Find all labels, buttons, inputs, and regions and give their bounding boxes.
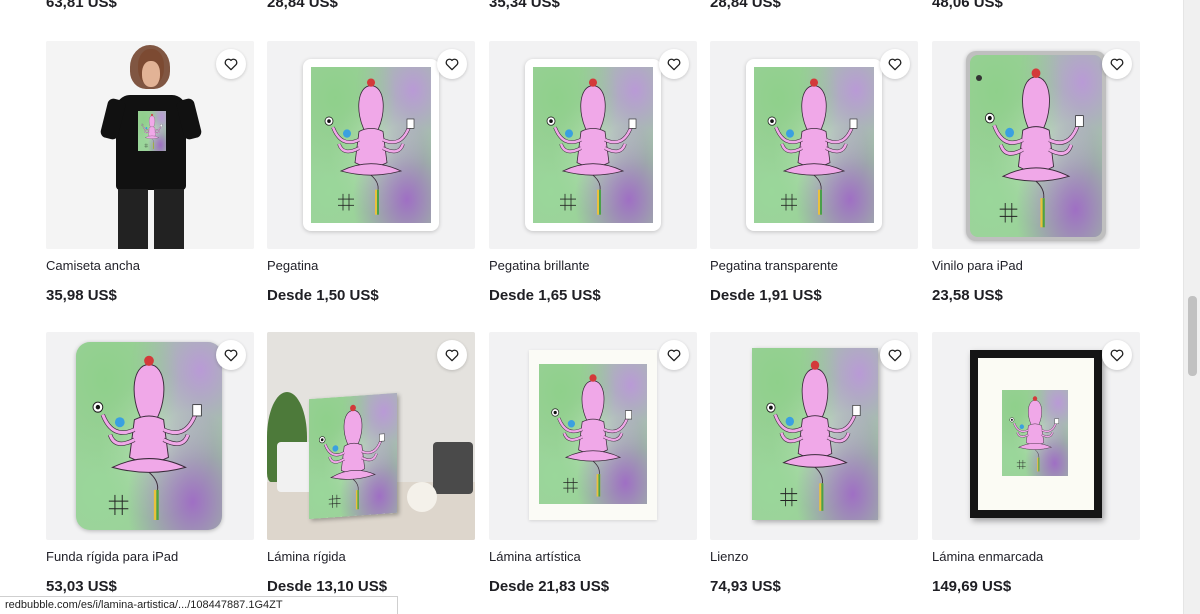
artwork — [752, 348, 878, 520]
product-image[interactable] — [932, 41, 1140, 249]
sticker-mockup — [303, 59, 439, 231]
product-title[interactable]: Funda rígida para iPad — [46, 549, 178, 564]
product-price: 35,34 US$ — [489, 0, 560, 11]
product-title[interactable]: Vinilo para iPad — [932, 258, 1023, 273]
product-card[interactable]: Lámina enmarcada 149,69 US$ — [932, 332, 1140, 595]
product-image[interactable] — [710, 332, 918, 540]
product-image[interactable] — [267, 332, 475, 540]
heart-icon — [223, 56, 239, 72]
artwork — [539, 364, 647, 504]
product-title[interactable]: Camiseta ancha — [46, 258, 140, 273]
product-price: 28,84 US$ — [267, 0, 338, 11]
heart-icon — [1109, 347, 1125, 363]
favorite-button[interactable] — [1102, 49, 1132, 79]
product-card[interactable]: Funda rígida para iPad 53,03 US$ — [46, 332, 254, 595]
product-image[interactable] — [489, 41, 697, 249]
page-scrollbar[interactable] — [1183, 0, 1200, 614]
favorite-button[interactable] — [437, 340, 467, 370]
product-image[interactable] — [932, 332, 1140, 540]
favorite-button[interactable] — [880, 49, 910, 79]
favorite-button[interactable] — [437, 49, 467, 79]
art-print-mockup — [529, 350, 657, 520]
product-price: Desde 21,83 US$ — [489, 578, 610, 595]
product-card[interactable]: Lámina rígida Desde 13,10 US$ — [267, 332, 475, 595]
artwork — [970, 55, 1102, 237]
artwork — [754, 67, 874, 223]
artwork — [76, 342, 222, 530]
product-price: Desde 1,50 US$ — [267, 287, 379, 304]
previous-row-prices: 63,81 US$ 28,84 US$ 35,34 US$ 28,84 US$ … — [46, 0, 1146, 14]
product-title[interactable]: Lienzo — [710, 549, 748, 564]
favorite-button[interactable] — [1102, 340, 1132, 370]
favorite-button[interactable] — [659, 49, 689, 79]
heart-icon — [666, 56, 682, 72]
heart-icon — [444, 347, 460, 363]
product-price: 74,93 US$ — [710, 578, 781, 595]
product-image[interactable] — [46, 332, 254, 540]
scrollbar-thumb[interactable] — [1188, 296, 1197, 376]
product-card[interactable]: Pegatina brillante Desde 1,65 US$ — [489, 41, 697, 304]
sticker-mockup — [525, 59, 661, 231]
product-card[interactable]: Pegatina Desde 1,50 US$ — [267, 41, 475, 304]
ipad-case-mockup — [76, 342, 222, 530]
product-image[interactable] — [46, 41, 254, 249]
canvas-mockup — [752, 348, 878, 520]
product-card[interactable]: Pegatina transparente Desde 1,91 US$ — [710, 41, 918, 304]
heart-icon — [666, 347, 682, 363]
artwork — [533, 67, 653, 223]
product-price: 35,98 US$ — [46, 287, 117, 304]
product-card[interactable]: Lienzo 74,93 US$ — [710, 332, 918, 595]
heart-icon — [444, 56, 460, 72]
product-price: 53,03 US$ — [46, 578, 117, 595]
product-title[interactable]: Lámina enmarcada — [932, 549, 1043, 564]
heart-icon — [1109, 56, 1125, 72]
product-title[interactable]: Lámina rígida — [267, 549, 346, 564]
status-bar-url: redbubble.com/es/i/lamina-artistica/.../… — [0, 596, 398, 614]
product-price: Desde 1,65 US$ — [489, 287, 601, 304]
artwork — [138, 111, 166, 151]
favorite-button[interactable] — [216, 49, 246, 79]
favorite-button[interactable] — [216, 340, 246, 370]
product-price: 23,58 US$ — [932, 287, 1003, 304]
product-price: 149,69 US$ — [932, 578, 1012, 595]
heart-icon — [223, 347, 239, 363]
product-card[interactable]: Camiseta ancha 35,98 US$ — [46, 41, 254, 304]
sticker-mockup — [746, 59, 882, 231]
ipad-skin-mockup — [966, 51, 1106, 241]
favorite-button[interactable] — [659, 340, 689, 370]
product-image[interactable] — [489, 332, 697, 540]
heart-icon — [887, 347, 903, 363]
heart-icon — [887, 56, 903, 72]
product-price: 48,06 US$ — [932, 0, 1003, 11]
product-price: 28,84 US$ — [710, 0, 781, 11]
product-title[interactable]: Pegatina brillante — [489, 258, 589, 273]
artwork — [311, 67, 431, 223]
artwork — [309, 392, 397, 520]
product-card[interactable]: Vinilo para iPad 23,58 US$ — [932, 41, 1140, 304]
artwork — [1002, 390, 1068, 476]
product-image[interactable] — [267, 41, 475, 249]
favorite-button[interactable] — [880, 340, 910, 370]
product-image[interactable] — [710, 41, 918, 249]
product-card[interactable]: Lámina artística Desde 21,83 US$ — [489, 332, 697, 595]
product-price: 63,81 US$ — [46, 0, 117, 11]
product-title[interactable]: Lámina artística — [489, 549, 581, 564]
framed-print-mockup — [970, 350, 1102, 518]
product-price: Desde 1,91 US$ — [710, 287, 822, 304]
product-title[interactable]: Pegatina transparente — [710, 258, 838, 273]
product-title[interactable]: Pegatina — [267, 258, 318, 273]
product-price: Desde 13,10 US$ — [267, 578, 388, 595]
